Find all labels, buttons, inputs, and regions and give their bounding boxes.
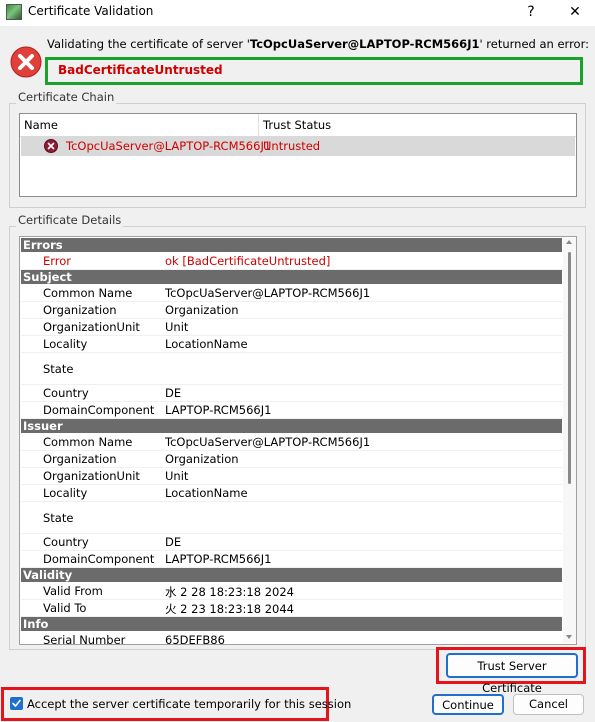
column-header-name[interactable]: Name (24, 118, 58, 132)
detail-row[interactable]: Common Name TcOpcUaServer@LAPTOP-RCM566J1 (21, 434, 562, 451)
detail-key: Organization (43, 303, 117, 317)
detail-value: ok [BadCertificateUntrusted] (165, 254, 331, 268)
error-message: Validating the certificate of server 'Tc… (47, 37, 589, 51)
column-header-trust-status[interactable]: Trust Status (263, 118, 331, 132)
scroll-thumb[interactable] (568, 252, 571, 484)
detail-value: Organization (165, 303, 239, 317)
untrusted-icon (44, 139, 58, 153)
detail-row[interactable]: Organization Organization (21, 302, 562, 319)
server-name: TcOpcUaServer@LAPTOP-RCM566J1 (249, 37, 480, 51)
chain-row[interactable]: TcOpcUaServer@LAPTOP-RCM566J1 Untrusted (21, 136, 575, 156)
detail-key: Common Name (43, 435, 133, 449)
detail-value: Unit (165, 320, 189, 334)
section-header-info[interactable]: Info (21, 617, 562, 631)
detail-row[interactable]: Error ok [BadCertificateUntrusted] (21, 253, 562, 270)
accept-checkbox-label[interactable]: Accept the server certificate temporaril… (27, 697, 351, 711)
section-header-validity[interactable]: Validity (21, 568, 562, 582)
window-title: Certificate Validation (28, 4, 154, 18)
detail-row[interactable]: Locality LocationName (21, 336, 562, 353)
certificate-details-grid[interactable]: Errors Error ok [BadCertificateUntrusted] S… (19, 236, 577, 645)
checkmark-icon (12, 699, 21, 707)
details-scrollbar[interactable] (563, 238, 576, 643)
detail-value: DE (165, 535, 182, 549)
section-header-subject[interactable]: Subject (21, 270, 562, 284)
detail-row[interactable]: Organization Organization (21, 451, 562, 468)
detail-key: Common Name (43, 286, 133, 300)
scroll-up-arrow-icon[interactable] (566, 240, 572, 244)
trust-server-certificate-button[interactable]: Trust Server Certificate (446, 653, 578, 695)
continue-button[interactable]: Continue (432, 694, 504, 715)
detail-key: Locality (43, 486, 88, 500)
chain-list-header: Name Trust Status (20, 114, 576, 137)
error-code-box: BadCertificateUntrusted (45, 57, 583, 85)
detail-key: Serial Number (43, 633, 126, 645)
detail-value: DE (165, 386, 182, 400)
detail-row[interactable]: Country DE (21, 534, 562, 551)
detail-row[interactable]: State (21, 353, 562, 385)
detail-row[interactable]: Country DE (21, 385, 562, 402)
details-rows: Errors Error ok [BadCertificateUntrusted] S… (21, 238, 562, 644)
detail-value: 火 2 23 18:23:18 2044 (165, 602, 294, 616)
detail-key: Organization (43, 452, 117, 466)
detail-row[interactable]: OrganizationUnit Unit (21, 468, 562, 485)
chain-row-status: Untrusted (263, 139, 321, 153)
detail-value: LocationName (165, 486, 248, 500)
column-divider[interactable] (258, 114, 259, 136)
detail-row[interactable]: Common Name TcOpcUaServer@LAPTOP-RCM566J1 (21, 285, 562, 302)
detail-row[interactable]: Valid To 火 2 23 18:23:18 2044 (21, 600, 562, 617)
detail-value: 65DEFB86 (165, 633, 225, 645)
detail-row[interactable]: Serial Number 65DEFB86 (21, 632, 562, 645)
detail-row[interactable]: DomainComponent LAPTOP-RCM566J1 (21, 551, 562, 568)
detail-key: Country (43, 535, 89, 549)
cancel-button[interactable]: Cancel (513, 694, 584, 715)
detail-value: Organization (165, 452, 239, 466)
detail-key: State (43, 362, 74, 376)
detail-value: TcOpcUaServer@LAPTOP-RCM566J1 (165, 435, 371, 449)
certificate-details-label: Certificate Details (16, 213, 124, 227)
section-header-issuer[interactable]: Issuer (21, 419, 562, 433)
certificate-chain-label: Certificate Chain (16, 90, 117, 104)
error-icon (10, 46, 42, 78)
detail-key: OrganizationUnit (43, 469, 140, 483)
detail-key: DomainComponent (43, 403, 155, 417)
close-button[interactable]: ✕ (561, 2, 589, 22)
detail-value: LAPTOP-RCM566J1 (165, 403, 272, 417)
detail-row[interactable]: Locality LocationName (21, 485, 562, 502)
section-header-errors[interactable]: Errors (21, 238, 562, 252)
message-suffix: ' returned an error: (479, 37, 589, 51)
detail-key: State (43, 511, 74, 525)
detail-row[interactable]: DomainComponent LAPTOP-RCM566J1 (21, 402, 562, 419)
scroll-down-arrow-icon[interactable] (566, 635, 572, 639)
detail-key: Valid From (43, 584, 103, 598)
detail-key: Valid To (43, 601, 87, 615)
detail-row[interactable]: OrganizationUnit Unit (21, 319, 562, 336)
certificate-chain-list[interactable]: Name Trust Status TcOpcUaServer@LAPTOP-R… (19, 113, 577, 197)
app-icon (6, 4, 22, 20)
help-button[interactable]: ? (517, 2, 545, 22)
detail-row[interactable]: State (21, 502, 562, 534)
chain-row-name: TcOpcUaServer@LAPTOP-RCM566J1 (66, 139, 272, 153)
detail-key: Locality (43, 337, 88, 351)
detail-value: LAPTOP-RCM566J1 (165, 552, 272, 566)
accept-checkbox[interactable] (10, 697, 23, 710)
detail-key: OrganizationUnit (43, 320, 140, 334)
detail-key: Country (43, 386, 89, 400)
detail-value: 水 2 28 18:23:18 2024 (165, 585, 294, 599)
error-code: BadCertificateUntrusted (58, 63, 223, 77)
detail-row[interactable]: Valid From 水 2 28 18:23:18 2024 (21, 583, 562, 600)
message-prefix: Validating the certificate of server ' (47, 37, 250, 51)
detail-key: Error (43, 254, 72, 268)
detail-value: LocationName (165, 337, 248, 351)
detail-value: Unit (165, 469, 189, 483)
detail-key: DomainComponent (43, 552, 155, 566)
detail-value: TcOpcUaServer@LAPTOP-RCM566J1 (165, 286, 371, 300)
